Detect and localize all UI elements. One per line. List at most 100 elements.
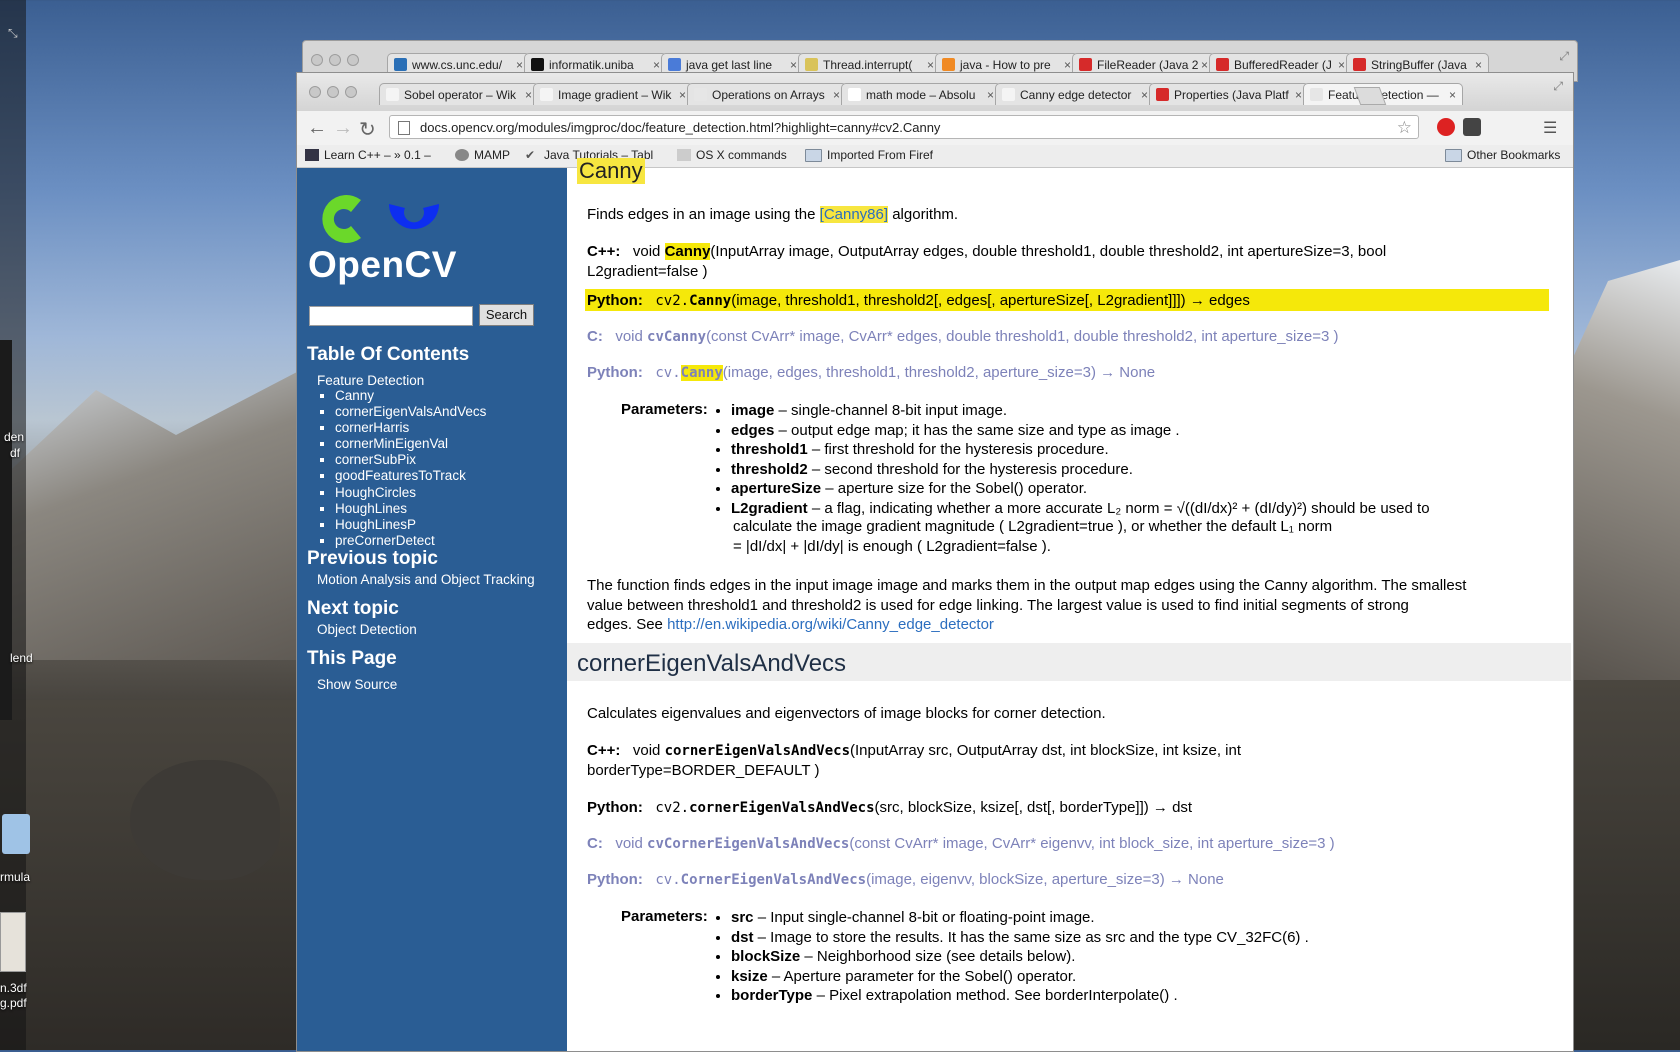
browser-window: Sobel operator – Wik × Image gradient – Wi… xyxy=(296,72,1574,1052)
tab-3[interactable]: math mode – Absolu × xyxy=(841,83,1001,105)
description-text: Finds edges in an image using the xyxy=(587,206,820,223)
signature-label: C: xyxy=(587,328,603,345)
gear-favicon xyxy=(394,58,407,71)
menu-icon[interactable]: ☰ xyxy=(1543,118,1557,138)
pdf-file-icon[interactable] xyxy=(0,912,26,972)
tab-0[interactable]: Sobel operator – Wik × xyxy=(379,83,539,105)
function-name: cvCornerEigenValsAndVecs xyxy=(647,836,850,852)
page-icon xyxy=(398,121,410,135)
tab-2[interactable]: Operations on Arrays × xyxy=(687,83,847,105)
toc-root-link[interactable]: Feature Detection xyxy=(317,373,424,388)
param-name: borderType xyxy=(731,987,813,1004)
param-desc: – a flag, indicating whether a more accu… xyxy=(807,499,1430,517)
minimize-button[interactable] xyxy=(327,86,339,98)
oracle-favicon xyxy=(1216,58,1229,71)
minimize-button[interactable] xyxy=(329,54,341,66)
fullscreen-icon[interactable]: ⤢ xyxy=(1553,79,1563,94)
citation-link[interactable]: [Canny86] xyxy=(819,206,889,223)
toc-item-canny[interactable]: Canny xyxy=(335,388,486,404)
close-tab-icon[interactable]: × xyxy=(1295,84,1302,105)
return-type: void xyxy=(615,835,643,852)
toc-item-cornersubpix[interactable]: cornerSubPix xyxy=(335,452,486,468)
signature-label: Python: xyxy=(587,871,643,888)
search-button[interactable]: Search xyxy=(479,304,534,326)
tab-label: StringBuffer (Java xyxy=(1371,58,1467,72)
next-topic-link[interactable]: Object Detection xyxy=(317,622,417,637)
horseshoe-favicon xyxy=(805,58,818,71)
function-name: Canny xyxy=(664,243,711,260)
adblock-icon[interactable] xyxy=(1437,118,1455,136)
search-input[interactable] xyxy=(309,306,473,326)
reload-icon[interactable]: ↻ xyxy=(359,117,376,142)
l2gradient-continuation: calculate the image gradient magnitude (… xyxy=(733,518,1333,535)
python-signature: Python: cv2.Canny(image, threshold1, thr… xyxy=(587,292,1250,309)
title-bar: Sobel operator – Wik × Image gradient – Wi… xyxy=(297,73,1573,111)
address-bar[interactable]: docs.opencv.org/modules/imgproc/doc/feat… xyxy=(389,115,1419,139)
close-button[interactable] xyxy=(309,86,321,98)
folder-icon[interactable] xyxy=(2,814,30,854)
resize-grip-icon[interactable]: ⤡ xyxy=(8,26,22,40)
close-tab-icon[interactable]: × xyxy=(987,84,994,105)
cpp-signature: C++: void cornerEigenValsAndVecs(InputAr… xyxy=(587,742,1241,759)
cpp-signature-cont: L2gradient=false ) xyxy=(587,263,708,280)
toc-item-cornereigenvalsandvecs[interactable]: cornerEigenValsAndVecs xyxy=(335,404,486,420)
parameter-list: image – single-channel 8-bit input image… xyxy=(715,401,1430,518)
bookmark-imported-folder[interactable]: Imported From Firef xyxy=(805,148,933,162)
bookmark-label: Learn C++ – » 0.1 – xyxy=(324,148,431,162)
previous-topic-heading: Previous topic xyxy=(307,548,438,569)
bookmark-learn-cpp[interactable]: Learn C++ – » 0.1 – xyxy=(305,148,431,162)
back-arrow-icon[interactable]: ← xyxy=(307,117,327,140)
close-tab-icon[interactable]: × xyxy=(1141,84,1148,105)
wikipedia-favicon xyxy=(1002,88,1015,101)
param-desc: – Neighborhood size (see details below). xyxy=(800,948,1076,965)
function-args: (const CvArr* image, CvArr* edges, doubl… xyxy=(706,328,1339,345)
toc-item-houghlinesp[interactable]: HoughLinesP xyxy=(335,517,486,533)
documentation-body: Canny Finds edges in an image using the … xyxy=(567,158,1571,1051)
toc-item-cornermineigenval[interactable]: cornerMinEigenVal xyxy=(335,436,486,452)
bookmark-osx-commands[interactable]: OS X commands xyxy=(677,148,787,162)
param-name: apertureSize xyxy=(731,480,822,497)
c-signature: C: void cvCanny(const CvArr* image, CvAr… xyxy=(587,328,1339,345)
toc-item-precornerdetect[interactable]: preCornerDetect xyxy=(335,533,486,549)
wikipedia-link[interactable]: http://en.wikipedia.org/wiki/Canny_edge_… xyxy=(667,616,994,633)
window-controls[interactable] xyxy=(309,86,357,98)
zoom-button[interactable] xyxy=(345,86,357,98)
param-name: src xyxy=(731,909,754,926)
function-name: Canny xyxy=(680,365,723,381)
bookmark-star-icon[interactable]: ☆ xyxy=(1397,116,1412,140)
page-favicon xyxy=(1310,88,1323,101)
tab-1[interactable]: Image gradient – Wik × xyxy=(533,83,693,105)
param-item: ksize – Aperture parameter for the Sobel… xyxy=(731,967,1309,987)
bookmark-label: OS X commands xyxy=(696,148,787,162)
close-tab-icon[interactable]: × xyxy=(525,84,532,105)
close-tab-icon[interactable]: × xyxy=(679,84,686,105)
zoom-button[interactable] xyxy=(347,54,359,66)
close-button[interactable] xyxy=(311,54,323,66)
tab-5[interactable]: Properties (Java Platf × xyxy=(1149,83,1309,105)
toc-item-houghlines[interactable]: HoughLines xyxy=(335,501,486,517)
fullscreen-icon[interactable]: ⤢ xyxy=(1559,49,1569,64)
previous-topic-link[interactable]: Motion Analysis and Object Tracking xyxy=(317,572,535,587)
c-signature: C: void cvCornerEigenValsAndVecs(const C… xyxy=(587,835,1335,852)
show-source-link[interactable]: Show Source xyxy=(317,677,397,692)
toc-item-cornerharris[interactable]: cornerHarris xyxy=(335,420,486,436)
bookmark-label: Other Bookmarks xyxy=(1467,148,1561,162)
toc-item-houghcircles[interactable]: HoughCircles xyxy=(335,485,486,501)
tab-4[interactable]: Canny edge detector × xyxy=(995,83,1155,105)
extension-icon[interactable] xyxy=(1463,118,1481,136)
other-bookmarks[interactable]: Other Bookmarks xyxy=(1445,148,1560,162)
oracle-favicon xyxy=(1079,58,1092,71)
tab-label: java get last line xyxy=(686,58,773,72)
tab-label: Sobel operator – Wik xyxy=(404,88,517,102)
bookmark-mamp[interactable]: MAMP xyxy=(455,148,510,162)
forward-arrow-icon[interactable]: → xyxy=(333,117,353,140)
toc-item-goodfeaturestotrack[interactable]: goodFeaturesToTrack xyxy=(335,468,486,484)
function-name: CornerEigenValsAndVecs xyxy=(680,872,867,888)
window-controls[interactable] xyxy=(311,54,359,66)
folder-icon xyxy=(1445,148,1462,162)
section-heading-cornereigenvalsandvecs: cornerEigenValsAndVecs xyxy=(577,650,847,677)
tab-label: Thread.interrupt( xyxy=(823,58,913,72)
cpp-signature-cont: borderType=BORDER_DEFAULT ) xyxy=(587,762,820,779)
close-tab-icon[interactable]: × xyxy=(1449,84,1456,105)
close-tab-icon[interactable]: × xyxy=(833,84,840,105)
